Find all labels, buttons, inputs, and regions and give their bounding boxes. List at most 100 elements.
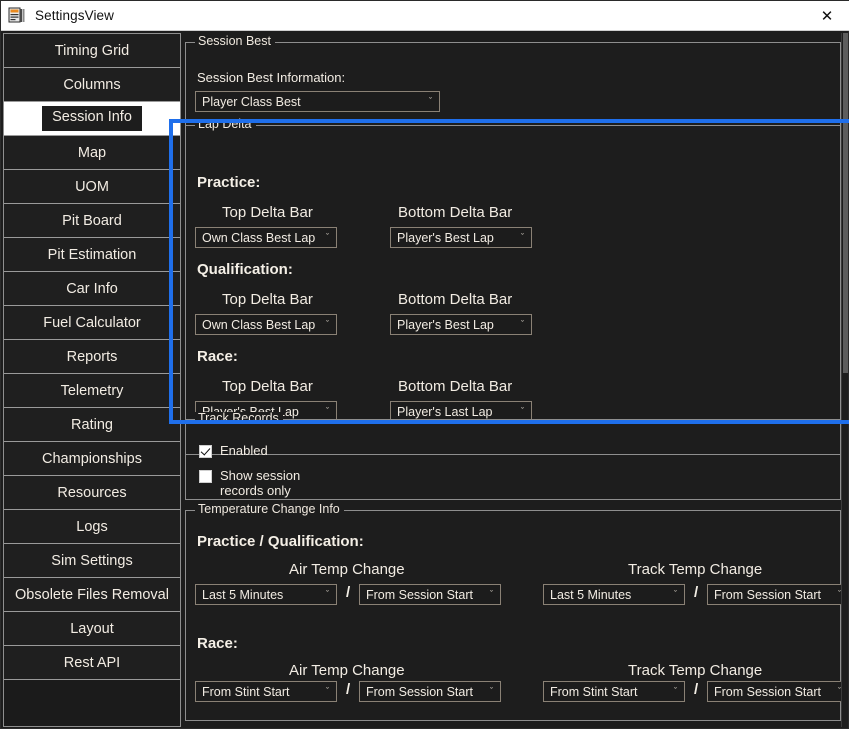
sidebar-item-label: Sim Settings xyxy=(51,552,133,569)
chevron-down-icon: ˇ xyxy=(490,588,493,599)
track-records-session-only-checkbox[interactable] xyxy=(199,470,212,483)
group-legend-track-records: Track Records xyxy=(195,412,283,425)
close-icon[interactable]: ✕ xyxy=(804,1,849,31)
temp-race-track-label: Track Temp Change xyxy=(628,662,763,679)
sidebar-item-label: Reports xyxy=(66,348,118,365)
sidebar-item-label: Logs xyxy=(76,518,108,535)
session-best-info-label: Session Best Information: xyxy=(197,70,346,85)
track-records-enabled-label: Enabled xyxy=(220,443,268,458)
temp-pq-air-second-value: From Session Start xyxy=(366,587,473,602)
sidebar-item-label: UOM xyxy=(75,178,109,195)
content-scrollbar[interactable] xyxy=(841,33,848,727)
sidebar-item-map[interactable]: Map xyxy=(4,136,180,170)
sidebar-item-label: Fuel Calculator xyxy=(43,314,141,331)
temp-race-track-second-value: From Session Start xyxy=(714,684,821,699)
temp-race-air-second-select[interactable]: From Session Start ˇ xyxy=(359,681,501,702)
sidebar-item-label: Rest API xyxy=(63,654,121,671)
chevron-down-icon: ˇ xyxy=(521,318,524,329)
chevron-down-icon: ˇ xyxy=(326,685,329,696)
lap-delta-qualification-bottom-select[interactable]: Player's Best Lap ˇ xyxy=(390,314,532,335)
sidebar-item-fuel-calculator[interactable]: Fuel Calculator xyxy=(4,306,180,340)
sidebar-item-resources[interactable]: Resources xyxy=(4,476,180,510)
sidebar-item-championships[interactable]: Championships xyxy=(4,442,180,476)
group-temperature-change-info: Temperature Change Info Practice / Quali… xyxy=(185,503,843,721)
sidebar-item-layout[interactable]: Layout xyxy=(4,612,180,646)
chevron-down-icon: ˇ xyxy=(674,588,677,599)
lap-delta-practice-top-select[interactable]: Own Class Best Lap ˇ xyxy=(195,227,337,248)
sidebar-item-sim-settings[interactable]: Sim Settings xyxy=(4,544,180,578)
sidebar-item-label: Pit Board xyxy=(62,212,122,229)
sidebar-item-reports[interactable]: Reports xyxy=(4,340,180,374)
chevron-down-icon: ˇ xyxy=(490,685,493,696)
lap-delta-practice-title: Practice: xyxy=(197,174,261,191)
temp-pq-air-label: Air Temp Change xyxy=(289,561,405,578)
temp-practice-qualification-title: Practice / Qualification: xyxy=(197,533,364,550)
session-best-info-select[interactable]: Player Class Best ˇ xyxy=(195,91,440,112)
chevron-down-icon: ˇ xyxy=(326,231,329,242)
sidebar-item-columns[interactable]: Columns xyxy=(4,68,180,102)
chevron-down-icon: ˇ xyxy=(521,405,524,416)
sidebar-item-logs[interactable]: Logs xyxy=(4,510,180,544)
temp-race-track-first-select[interactable]: From Stint Start ˇ xyxy=(543,681,685,702)
content-scrollbar-thumb[interactable] xyxy=(843,33,848,373)
chevron-down-icon: ˇ xyxy=(674,685,677,696)
group-legend-session-best: Session Best xyxy=(195,35,275,48)
track-records-session-only-row[interactable]: Show session records only xyxy=(199,468,300,498)
sidebar-item-timing-grid[interactable]: Timing Grid xyxy=(4,34,180,68)
sidebar-item-label: Obsolete Files Removal xyxy=(15,586,169,603)
lap-delta-qualification-title: Qualification: xyxy=(197,261,293,278)
lap-delta-race-top-label: Top Delta Bar xyxy=(222,378,313,395)
temp-race-track-separator: / xyxy=(694,681,699,698)
temp-pq-track-separator: / xyxy=(694,584,699,601)
chevron-down-icon: ˇ xyxy=(326,588,329,599)
window-title: SettingsView xyxy=(35,8,114,23)
track-records-enabled-checkbox[interactable] xyxy=(199,445,212,458)
sidebar-item-car-info[interactable]: Car Info xyxy=(4,272,180,306)
sidebar-item-pit-board[interactable]: Pit Board xyxy=(4,204,180,238)
temp-race-track-second-select[interactable]: From Session Start ˇ xyxy=(707,681,843,702)
track-records-enabled-row[interactable]: Enabled xyxy=(199,443,268,459)
lap-delta-race-bottom-value: Player's Last Lap xyxy=(397,404,493,419)
temp-race-track-first-value: From Stint Start xyxy=(550,684,638,699)
temp-pq-air-first-select[interactable]: Last 5 Minutes ˇ xyxy=(195,584,337,605)
sidebar-item-label: Rating xyxy=(71,416,113,433)
lap-delta-qualification-top-select[interactable]: Own Class Best Lap ˇ xyxy=(195,314,337,335)
lap-delta-practice-bottom-label: Bottom Delta Bar xyxy=(398,204,513,221)
sidebar-item-label: Telemetry xyxy=(60,382,124,399)
title-bar: SettingsView ✕ xyxy=(1,1,849,31)
sidebar-nav: Timing Grid Columns Session Info Map UOM Pit … xyxy=(3,33,181,727)
sidebar-item-session-info[interactable]: Session Info xyxy=(4,102,180,136)
group-track-records: Track Records Enabled Show session recor… xyxy=(185,412,841,500)
group-lap-delta: Lap Delta Practice: Top Delta Bar Bottom… xyxy=(185,118,841,455)
group-legend-lap-delta: Lap Delta xyxy=(195,118,256,131)
lap-delta-practice-top-label: Top Delta Bar xyxy=(222,204,313,221)
temp-race-air-first-select[interactable]: From Stint Start ˇ xyxy=(195,681,337,702)
temp-pq-track-second-value: From Session Start xyxy=(714,587,821,602)
group-session-best: Session Best Session Best Information: P… xyxy=(185,35,841,126)
sidebar-item-pit-estimation[interactable]: Pit Estimation xyxy=(4,238,180,272)
sidebar-item-label: Session Info xyxy=(42,106,142,131)
lap-delta-race-title: Race: xyxy=(197,348,238,365)
temp-race-air-label: Air Temp Change xyxy=(289,662,405,679)
temp-pq-track-first-value: Last 5 Minutes xyxy=(550,587,632,602)
temp-pq-track-label: Track Temp Change xyxy=(628,561,763,578)
temp-pq-air-second-select[interactable]: From Session Start ˇ xyxy=(359,584,501,605)
sidebar-item-rest-api[interactable]: Rest API xyxy=(4,646,180,680)
temp-pq-track-second-select[interactable]: From Session Start ˇ xyxy=(707,584,843,605)
lap-delta-practice-top-value: Own Class Best Lap xyxy=(202,230,316,245)
sidebar-item-label: Championships xyxy=(42,450,142,467)
sidebar-item-telemetry[interactable]: Telemetry xyxy=(4,374,180,408)
lap-delta-qualification-top-value: Own Class Best Lap xyxy=(202,317,316,332)
lap-delta-practice-bottom-value: Player's Best Lap xyxy=(397,230,494,245)
group-legend-temperature: Temperature Change Info xyxy=(195,503,344,516)
session-best-info-value: Player Class Best xyxy=(202,94,301,109)
temp-pq-track-first-select[interactable]: Last 5 Minutes ˇ xyxy=(543,584,685,605)
sidebar-item-uom[interactable]: UOM xyxy=(4,170,180,204)
sidebar-item-rating[interactable]: Rating xyxy=(4,408,180,442)
lap-delta-practice-bottom-select[interactable]: Player's Best Lap ˇ xyxy=(390,227,532,248)
lap-delta-qualification-bottom-label: Bottom Delta Bar xyxy=(398,291,513,308)
sidebar-item-obsolete-files-removal[interactable]: Obsolete Files Removal xyxy=(4,578,180,612)
app-icon xyxy=(7,6,27,26)
sidebar-item-label: Map xyxy=(77,144,107,161)
lap-delta-race-bottom-label: Bottom Delta Bar xyxy=(398,378,513,395)
